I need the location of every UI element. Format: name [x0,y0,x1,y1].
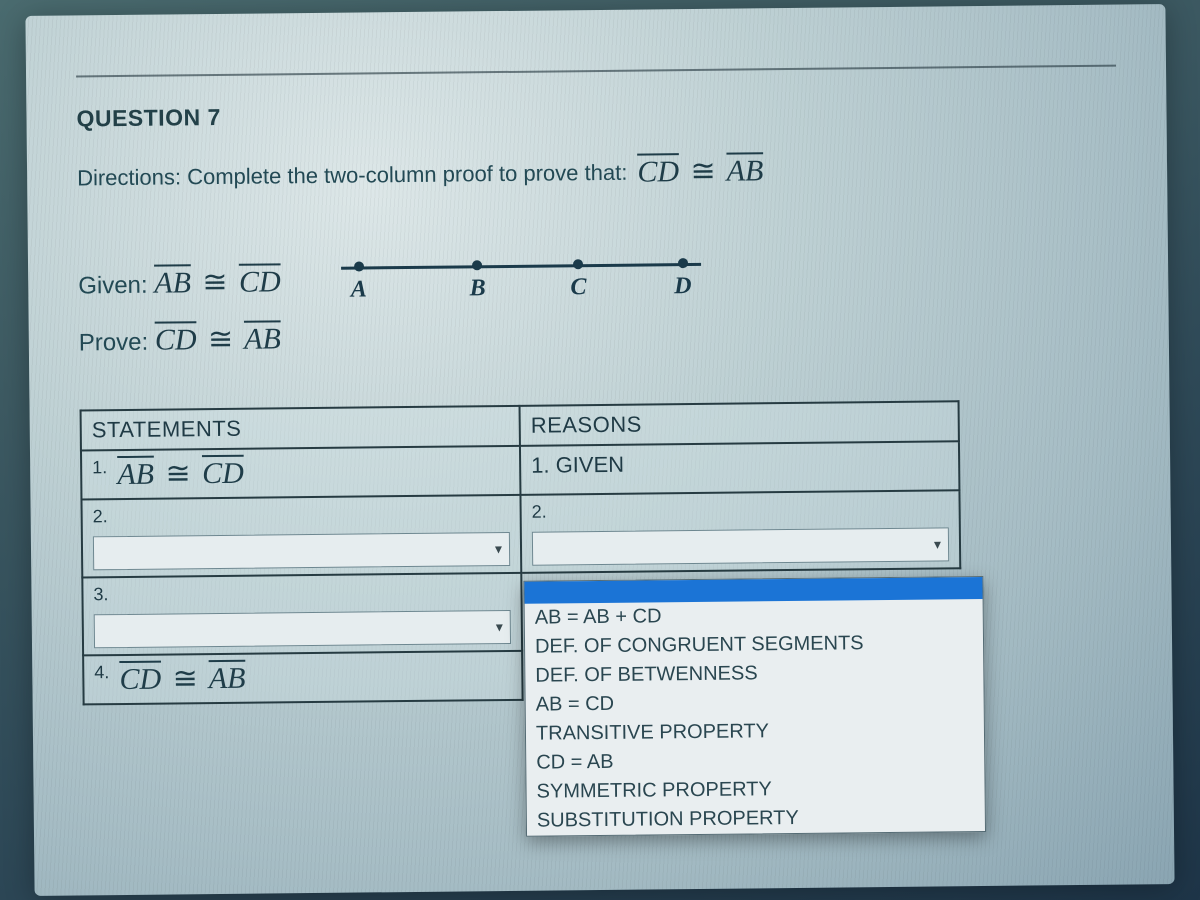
point-d-label: D [674,273,692,300]
statements-header: STATEMENTS [81,406,520,451]
directions-expression: CD ≅ AB [637,153,763,189]
statement-1-expression: AB ≅ CD [117,457,244,491]
directions-line: Directions: Complete the two-column proo… [77,150,1117,196]
row-number: 3. [93,584,108,604]
congruent-symbol: ≅ [690,155,715,188]
given-label: Given: [78,272,148,300]
row-number: 2. [93,506,108,526]
stmt1-seg-cd: CD [202,457,244,490]
statement-cell-2: 2. ▾ [81,495,521,578]
seg-ab: AB [726,154,763,187]
point-c-dot [573,259,583,269]
stmt4-seg-cd: CD [119,663,161,696]
stmt4-seg-ab: AB [209,662,246,695]
question-label: QUESTION 7 [76,95,1116,133]
given-seg-cd: CD [239,265,281,298]
given-prove-row: Given: AB ≅ CD Prove: CD ≅ AB A [78,245,1119,370]
prove-seg-cd: CD [155,323,197,356]
point-c-label: C [570,274,586,301]
row-number: 2. [532,502,547,522]
given-seg-ab: AB [154,266,191,299]
prove-expression: CD ≅ AB [155,322,281,356]
row-number: 1. [92,457,107,477]
dropdown-option[interactable]: SUBSTITUTION PROPERTY [527,802,985,836]
prove-line: Prove: CD ≅ AB [79,310,282,369]
proof-table-wrap: STATEMENTS REASONS 1. AB ≅ CD 1. GIVEN 2… [80,400,963,705]
number-line-axis [341,263,701,270]
statement-cell-1: 1. AB ≅ CD [81,446,520,500]
statement-3-dropdown[interactable]: ▾ [94,610,511,648]
reason-2-select[interactable] [532,527,949,565]
number-line-figure: A B C D [341,257,701,301]
reason-2-dropdown[interactable]: ▾ [532,527,949,565]
reason-cell-1: 1. GIVEN [520,441,959,495]
stmt1-seg-ab: AB [117,458,154,491]
congruent-symbol: ≅ [202,266,227,299]
congruent-symbol: ≅ [208,323,233,356]
prove-label: Prove: [79,329,149,357]
directions-text: Directions: Complete the two-column proo… [77,159,628,191]
reason-cell-2: 2. ▾ [520,490,960,573]
point-a-label: A [351,276,367,303]
congruent-symbol: ≅ [173,662,198,695]
statement-cell-3: 3. ▾ [82,573,522,656]
congruent-symbol: ≅ [165,457,190,490]
prove-seg-ab: AB [244,322,281,355]
point-a-dot [354,261,364,271]
reason-2-dropdown-listbox[interactable]: AB = AB + CD DEF. OF CONGRUENT SEGMENTS … [523,576,986,837]
given-line: Given: AB ≅ CD [78,253,281,312]
table-row: 2. ▾ 2. ▾ [81,490,960,577]
reasons-header: REASONS [520,401,959,446]
statement-2-select[interactable] [93,532,510,570]
given-expression: AB ≅ CD [154,265,281,299]
point-d-dot [678,258,688,268]
top-rule [76,65,1116,78]
point-b-dot [472,260,482,270]
row-number: 4. [94,662,109,682]
statement-2-dropdown[interactable]: ▾ [93,532,510,570]
worksheet-page: QUESTION 7 Directions: Complete the two-… [25,4,1174,896]
statement-4-expression: CD ≅ AB [119,662,245,696]
given-prove-block: Given: AB ≅ CD Prove: CD ≅ AB [78,253,282,369]
point-b-label: B [469,275,485,302]
seg-cd: CD [637,155,679,188]
statement-3-select[interactable] [94,610,511,648]
statement-cell-4: 4. CD ≅ AB [83,651,522,705]
